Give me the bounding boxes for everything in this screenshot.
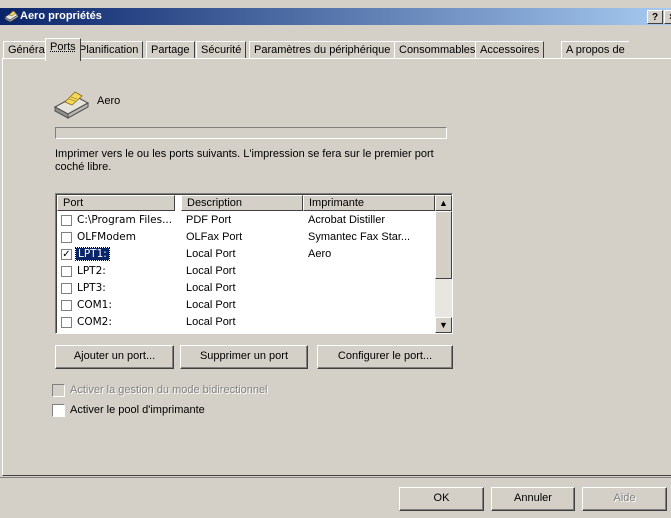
- port-printer: Aero: [308, 248, 331, 260]
- tab-accessoires[interactable]: Accessoires: [475, 41, 544, 59]
- port-name: COM1:: [77, 299, 112, 311]
- tab-label: Consommables: [399, 44, 475, 56]
- port-name: C:\Program Files...: [77, 214, 172, 226]
- configure-port-button[interactable]: Configurer le port...: [317, 345, 453, 369]
- title-bar[interactable]: Aero propriétés ? ×: [0, 8, 671, 25]
- port-checkbox-checked[interactable]: ✓: [61, 249, 72, 260]
- port-checkbox[interactable]: [61, 317, 72, 328]
- tab-partage[interactable]: Partage: [146, 41, 195, 59]
- bidirectional-checkbox: [52, 384, 65, 397]
- help-title-button[interactable]: ?: [647, 10, 663, 24]
- scroll-down-icon[interactable]: ▼: [435, 317, 452, 333]
- tab-label: A propos de: [566, 44, 625, 56]
- tab-about[interactable]: A propos de: [561, 41, 629, 59]
- close-button[interactable]: ×: [664, 10, 671, 24]
- tab-consommables[interactable]: Consommables: [394, 41, 480, 59]
- port-description: Local Port: [186, 248, 236, 260]
- port-name: COM2:: [77, 316, 112, 328]
- port-description: Local Port: [186, 265, 236, 277]
- port-checkbox[interactable]: [61, 232, 72, 243]
- printer-icon: [51, 88, 91, 120]
- tab-label: Sécurité: [201, 44, 241, 56]
- port-printer: Acrobat Distiller: [308, 214, 385, 226]
- add-port-button[interactable]: Ajouter un port...: [55, 345, 174, 369]
- printer-name: Aero: [97, 95, 120, 107]
- port-name: LPT3:: [77, 282, 106, 294]
- column-header-description[interactable]: Description: [181, 195, 303, 211]
- ports-scrollbar[interactable]: ▲ ▼: [435, 195, 452, 333]
- tab-label: Accessoires: [480, 44, 539, 56]
- scroll-up-icon[interactable]: ▲: [435, 195, 452, 211]
- printer-name-separator: [55, 127, 447, 139]
- ports-list[interactable]: Port Description Imprimante C:\Program F…: [55, 193, 453, 334]
- tab-device-settings[interactable]: Paramètres du périphérique: [249, 41, 395, 59]
- table-row[interactable]: COM2: Local Port: [57, 314, 435, 331]
- help-button: Aide: [582, 487, 667, 511]
- port-description: Local Port: [186, 316, 236, 328]
- port-checkbox[interactable]: [61, 283, 72, 294]
- bidirectional-option: Activer la gestion du mode bidirectionne…: [52, 382, 312, 398]
- tab-label: Partage: [151, 44, 190, 56]
- tab-planification[interactable]: Planification: [74, 41, 143, 59]
- pool-option[interactable]: Activer le pool d'imprimante: [52, 402, 252, 418]
- scroll-thumb[interactable]: [435, 211, 452, 279]
- port-description: PDF Port: [186, 214, 231, 226]
- ports-instructions: Imprimer vers le ou les ports suivants. …: [55, 148, 455, 174]
- table-row[interactable]: LPT2: Local Port: [57, 263, 435, 280]
- table-row[interactable]: COM1: Local Port: [57, 297, 435, 314]
- tab-securite[interactable]: Sécurité: [196, 41, 246, 59]
- column-header-printer[interactable]: Imprimante: [303, 195, 435, 211]
- port-description: Local Port: [186, 282, 236, 294]
- tab-label: Général: [8, 44, 47, 56]
- pool-checkbox[interactable]: [52, 404, 65, 417]
- tab-strip: Général Ports Planification Partage Sécu…: [0, 37, 671, 59]
- window-title: Aero propriétés: [20, 10, 102, 22]
- table-row[interactable]: ✓ LPT1: Local Port Aero: [57, 246, 435, 263]
- delete-port-button[interactable]: Supprimer un port: [180, 345, 308, 369]
- tab-label: Planification: [79, 44, 138, 56]
- bidirectional-label: Activer la gestion du mode bidirectionne…: [70, 384, 268, 396]
- tab-label: Paramètres du périphérique: [254, 44, 390, 56]
- ok-button[interactable]: OK: [399, 487, 484, 511]
- port-name-selected: LPT1:: [76, 248, 109, 260]
- port-name: LPT2:: [77, 265, 106, 277]
- pool-label: Activer le pool d'imprimante: [70, 404, 205, 416]
- table-row[interactable]: OLFModem OLFax Port Symantec Fax Star...: [57, 229, 435, 246]
- port-printer: Symantec Fax Star...: [308, 231, 410, 243]
- port-name: OLFModem: [77, 231, 136, 243]
- panel-bottom-edge: [0, 477, 671, 478]
- port-checkbox[interactable]: [61, 215, 72, 226]
- port-description: OLFax Port: [186, 231, 242, 243]
- printer-icon: [3, 9, 19, 23]
- port-checkbox[interactable]: [61, 266, 72, 277]
- column-header-port[interactable]: Port: [57, 195, 175, 211]
- port-checkbox[interactable]: [61, 300, 72, 311]
- table-row[interactable]: C:\Program Files... PDF Port Acrobat Dis…: [57, 212, 435, 229]
- tab-ports[interactable]: Ports: [45, 38, 81, 61]
- port-description: Local Port: [186, 299, 236, 311]
- tab-label: Ports: [50, 41, 76, 53]
- properties-dialog: Aero propriétés ? × Général Ports Planif…: [0, 0, 671, 518]
- table-row[interactable]: LPT3: Local Port: [57, 280, 435, 297]
- cancel-button[interactable]: Annuler: [491, 487, 575, 511]
